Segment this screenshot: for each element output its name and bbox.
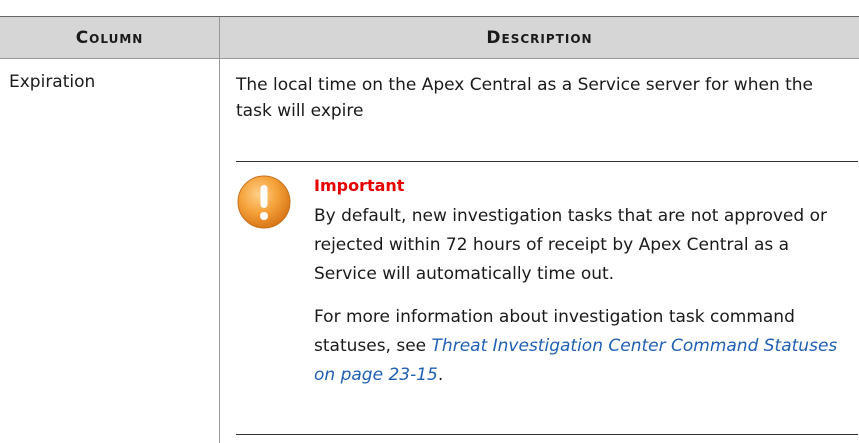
column-divider [219, 17, 220, 443]
note-bottom-rule [236, 434, 858, 435]
warning-icon [237, 175, 291, 229]
note-paragraph-timeout: By default, new investigation tasks that… [314, 206, 827, 284]
important-note-body: By default, new investigation tasks that… [314, 202, 854, 390]
note-paragraph-more-info: For more information about investigation… [314, 303, 854, 390]
column-header-label: Column [75, 27, 144, 48]
column-description-table: Column Description Expiration The local … [0, 0, 859, 443]
description-header-label: Description [486, 27, 593, 48]
row-description-cell: The local time on the Apex Central as a … [236, 75, 814, 121]
note-top-rule [236, 161, 858, 162]
table-header-row: Column Description [0, 17, 859, 58]
row-name-cell: Expiration [9, 72, 96, 92]
important-heading: Important [314, 176, 405, 195]
note-period: . [437, 365, 444, 385]
column-header-description: Description [220, 17, 859, 58]
column-header-column: Column [0, 17, 219, 58]
header-divider [0, 58, 859, 59]
